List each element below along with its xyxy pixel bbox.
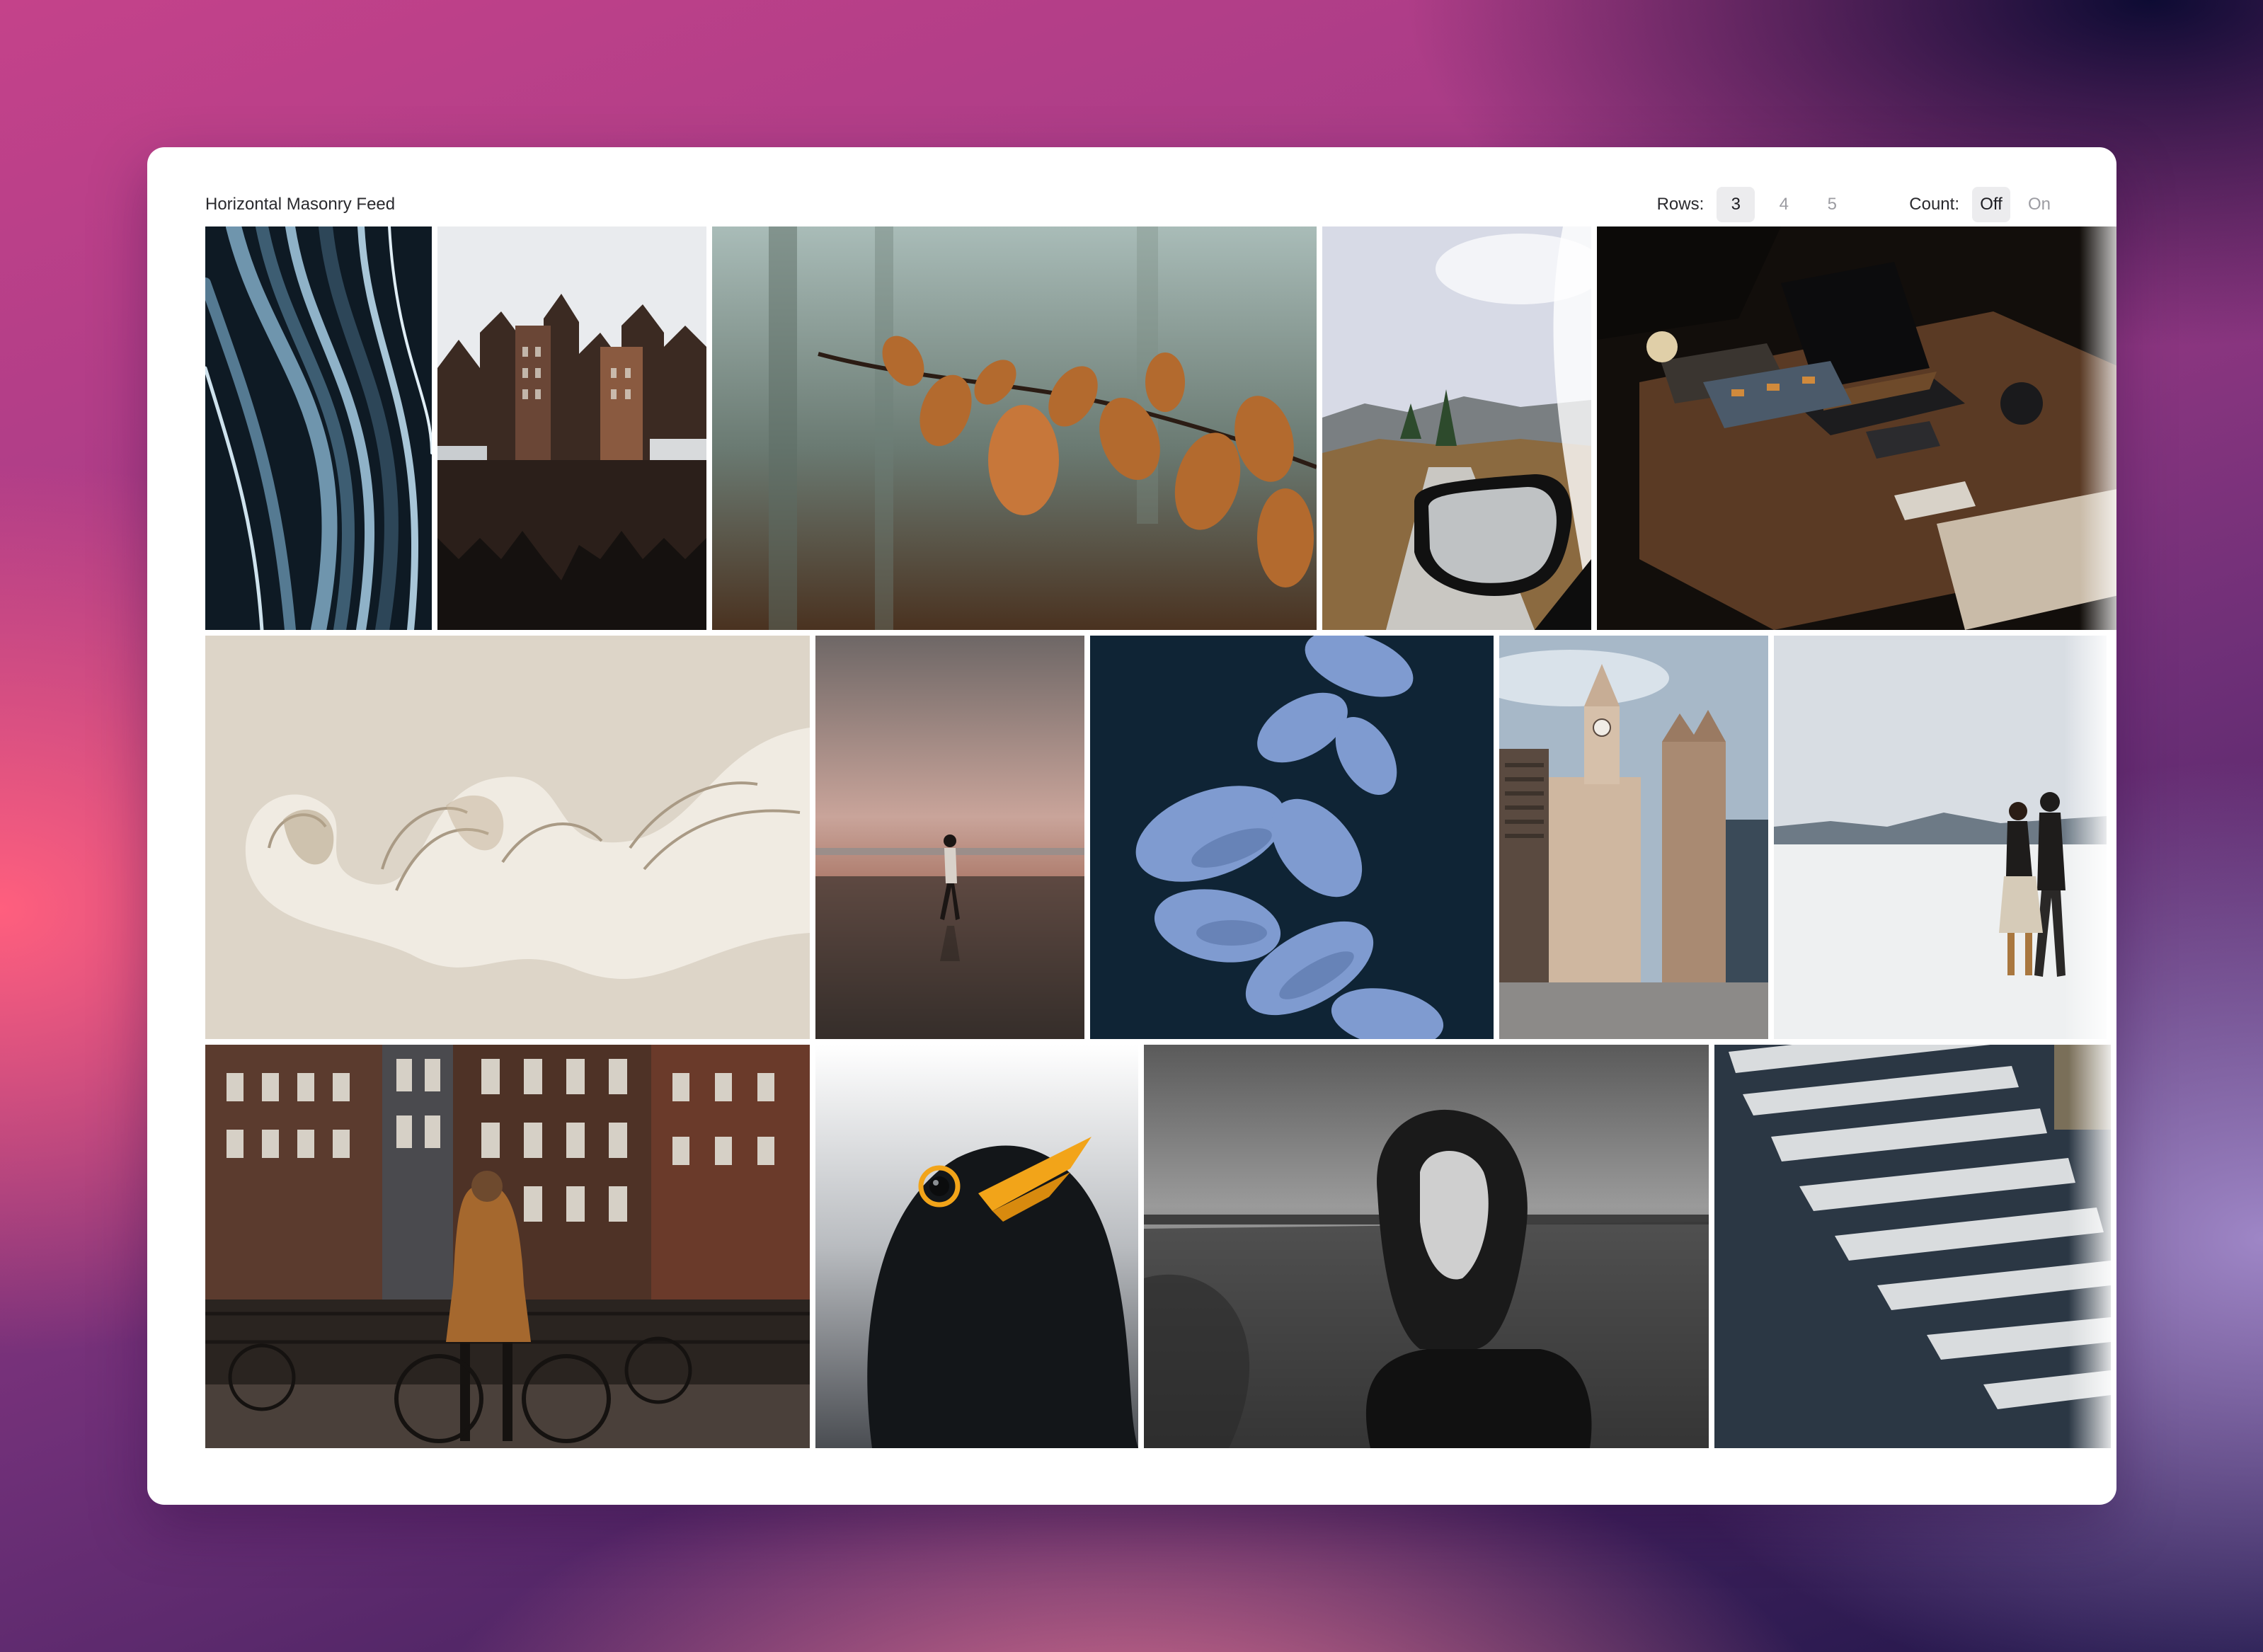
image-cream-paper-sculpture[interactable] (205, 636, 810, 1039)
image-blue-fabric-leaves[interactable] (1090, 636, 1494, 1039)
image-woman-black-white-portrait[interactable] (1144, 1045, 1709, 1448)
count-option-off[interactable]: Off (1972, 187, 2010, 222)
image-couple-salt-flats[interactable] (1774, 636, 2107, 1039)
rows-option-3[interactable]: 3 (1717, 187, 1755, 222)
feed-card: Horizontal Masonry Feed Rows: 3 4 5 Coun… (147, 147, 2116, 1505)
image-clock-tower-city[interactable] (1499, 636, 1768, 1039)
image-car-mirror-mountain-road[interactable] (1322, 226, 1591, 630)
count-option-on[interactable]: On (2020, 187, 2058, 222)
feed-row-3 (205, 1045, 2111, 1448)
masonry-feed (205, 226, 2116, 1451)
image-person-walking-beach-sunset[interactable] (815, 636, 1084, 1039)
image-crosswalk-street[interactable] (1714, 1045, 2111, 1448)
image-blackbird-yellow-beak[interactable] (815, 1045, 1138, 1448)
image-desk-laptop-keyboard[interactable] (1597, 226, 2116, 630)
rows-option-4[interactable]: 4 (1765, 187, 1803, 222)
page-title: Horizontal Masonry Feed (205, 195, 396, 214)
feed-row-1 (205, 226, 2116, 630)
image-woman-bicycle-amsterdam[interactable] (205, 1045, 810, 1448)
image-amsterdam-canal-houses[interactable] (437, 226, 706, 630)
image-autumn-leaves-branch[interactable] (712, 226, 1317, 630)
rows-label: Rows: (1656, 195, 1705, 214)
feed-controls: Rows: 3 4 5 Count: Off On (1657, 187, 2058, 222)
count-label: Count: (1909, 195, 1959, 214)
image-abstract-blue-curves[interactable] (205, 226, 432, 630)
feed-row-2 (205, 636, 2107, 1039)
rows-option-5[interactable]: 5 (1813, 187, 1851, 222)
